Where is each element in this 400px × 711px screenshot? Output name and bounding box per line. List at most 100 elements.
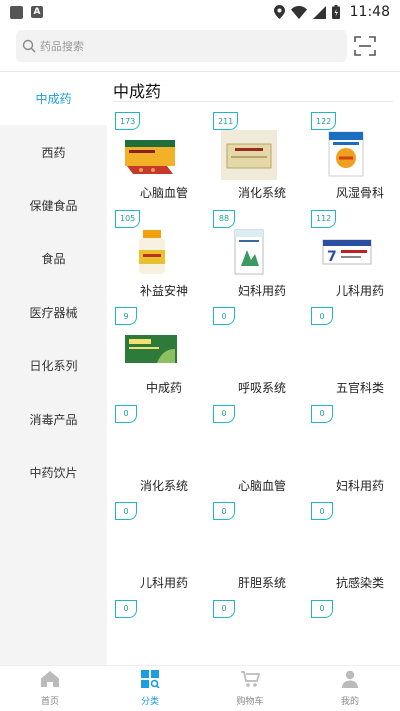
sidebar-item[interactable]: 中药饮片 bbox=[0, 446, 107, 499]
subcategory-item[interactable]: 0 肝胆系统 bbox=[213, 502, 311, 600]
scan-icon[interactable] bbox=[354, 36, 376, 56]
subcategory-item[interactable]: 9 中成药 bbox=[115, 307, 213, 405]
subcategory-item[interactable]: 112 7 儿科用药 bbox=[311, 209, 400, 308]
subcategory-label: 抗感染类 bbox=[335, 576, 384, 590]
subcategory-panel: 中成药 173 心脑血管 211 消化系统 122 风湿骨科 105 补益安神 88 妇科用药 11… bbox=[107, 72, 400, 665]
search-input[interactable] bbox=[40, 39, 320, 53]
count-badge: 0 bbox=[311, 404, 333, 423]
product-image bbox=[123, 130, 179, 180]
subcategory-label: 儿科用药 bbox=[335, 283, 384, 298]
count-badge: 9 bbox=[115, 307, 137, 325]
title-divider bbox=[113, 101, 393, 102]
category-sidebar: 中成药西药保健食品食品医疗器械日化系列消毒产品中药饮片 bbox=[0, 72, 107, 665]
search-icon bbox=[22, 39, 36, 53]
count-badge: 211 bbox=[213, 112, 239, 130]
location-icon bbox=[273, 5, 285, 19]
status-bar: A 11:48 bbox=[0, 0, 400, 24]
status-time: 11:48 bbox=[349, 4, 390, 20]
subcategory-item[interactable]: 0 妇科用药 bbox=[311, 404, 400, 503]
cart-icon bbox=[240, 670, 261, 691]
sidebar-item[interactable]: 西药 bbox=[0, 125, 107, 178]
sidebar-item-label: 西药 bbox=[41, 145, 66, 160]
sidebar-item[interactable]: 消毒产品 bbox=[0, 392, 107, 445]
subcategory-item[interactable]: 0 儿科用药 bbox=[115, 502, 213, 600]
count-badge: 122 bbox=[311, 112, 337, 130]
count-badge: 173 bbox=[115, 112, 141, 130]
search-row bbox=[0, 28, 400, 66]
user-icon bbox=[340, 670, 360, 691]
subcategory-item[interactable]: 0 bbox=[213, 599, 311, 666]
nav-item-label: 我的 bbox=[340, 697, 359, 707]
count-badge: 0 bbox=[213, 307, 235, 325]
subcategory-label: 心脑血管 bbox=[139, 186, 188, 200]
page-title: 中成药 bbox=[113, 82, 162, 101]
subcategory-label: 妇科用药 bbox=[335, 478, 384, 493]
sidebar-item-label: 中成药 bbox=[35, 92, 72, 107]
subcategory-item[interactable]: 105 补益安神 bbox=[115, 209, 213, 308]
count-badge: 0 bbox=[213, 404, 235, 423]
count-badge: 0 bbox=[311, 502, 333, 520]
subcategory-label: 消化系统 bbox=[139, 478, 188, 493]
sidebar-item-label: 食品 bbox=[41, 252, 66, 267]
count-badge: 105 bbox=[115, 209, 141, 228]
nav-item[interactable]: 购物车 bbox=[200, 666, 300, 711]
signal-icon bbox=[312, 5, 326, 19]
product-image bbox=[221, 228, 277, 278]
sidebar-item-label: 消毒产品 bbox=[29, 412, 78, 427]
subcategory-item[interactable]: 0 五官科类 bbox=[311, 307, 400, 405]
category-icon bbox=[140, 670, 160, 691]
sidebar-item-label: 日化系列 bbox=[29, 359, 78, 374]
nav-item-label: 首页 bbox=[40, 697, 59, 707]
count-badge: 0 bbox=[311, 307, 333, 325]
subcategory-label: 心脑血管 bbox=[237, 478, 286, 493]
home-icon bbox=[40, 670, 60, 691]
product-image bbox=[319, 130, 375, 180]
bottom-nav: 首页 分类 购物车 我的 bbox=[0, 665, 400, 711]
count-badge: 0 bbox=[311, 599, 333, 618]
sidebar-item[interactable]: 保健食品 bbox=[0, 179, 107, 232]
sidebar-item-label: 医疗器械 bbox=[29, 305, 78, 320]
app-notification-icon: A bbox=[31, 6, 43, 18]
subcategory-item[interactable]: 0 bbox=[311, 599, 400, 666]
subcategory-label: 中成药 bbox=[145, 381, 182, 395]
svg-text:7: 7 bbox=[327, 249, 337, 265]
notification-icon bbox=[10, 5, 23, 19]
subcategory-item[interactable]: 0 消化系统 bbox=[115, 404, 213, 503]
nav-item-label: 分类 bbox=[140, 697, 159, 707]
count-badge: 0 bbox=[115, 404, 137, 423]
subcategory-label: 儿科用药 bbox=[139, 576, 188, 590]
subcategory-label: 呼吸系统 bbox=[237, 381, 286, 395]
product-image bbox=[123, 325, 179, 375]
nav-item[interactable]: 首页 bbox=[0, 666, 100, 711]
subcategory-item[interactable]: 88 妇科用药 bbox=[213, 209, 311, 308]
subcategory-item[interactable]: 0 心脑血管 bbox=[213, 404, 311, 503]
count-badge: 0 bbox=[213, 502, 235, 520]
subcategory-label: 五官科类 bbox=[335, 381, 384, 395]
subcategory-item[interactable]: 0 bbox=[115, 599, 213, 666]
search-box[interactable] bbox=[16, 30, 347, 62]
sidebar-item-label: 保健食品 bbox=[29, 198, 78, 213]
nav-item[interactable]: 分类 bbox=[100, 666, 200, 711]
nav-item[interactable]: 我的 bbox=[300, 666, 400, 711]
sidebar-item[interactable]: 中成药 bbox=[0, 72, 107, 126]
sidebar-item[interactable]: 食品 bbox=[0, 232, 107, 285]
subcategory-item[interactable]: 173 心脑血管 bbox=[115, 112, 213, 210]
subcategory-item[interactable]: 211 消化系统 bbox=[213, 112, 311, 210]
sidebar-item-label: 中药饮片 bbox=[29, 465, 78, 480]
sidebar-item[interactable]: 日化系列 bbox=[0, 339, 107, 392]
sidebar-item[interactable]: 医疗器械 bbox=[0, 286, 107, 339]
subcategory-item[interactable]: 0 呼吸系统 bbox=[213, 307, 311, 405]
subcategory-item[interactable]: 0 抗感染类 bbox=[311, 502, 400, 600]
count-badge: 0 bbox=[115, 599, 137, 618]
count-badge: 0 bbox=[213, 599, 235, 618]
product-image: 7 bbox=[319, 228, 375, 278]
subcategory-label: 妇科用药 bbox=[237, 283, 286, 298]
count-badge: 112 bbox=[311, 209, 337, 228]
subcategory-label: 风湿骨科 bbox=[335, 186, 384, 200]
product-image bbox=[123, 228, 179, 278]
product-image bbox=[221, 130, 277, 180]
count-badge: 88 bbox=[213, 209, 235, 228]
subcategory-item[interactable]: 122 风湿骨科 bbox=[311, 112, 400, 210]
battery-icon bbox=[331, 5, 340, 19]
nav-item-label: 购物车 bbox=[236, 697, 264, 707]
